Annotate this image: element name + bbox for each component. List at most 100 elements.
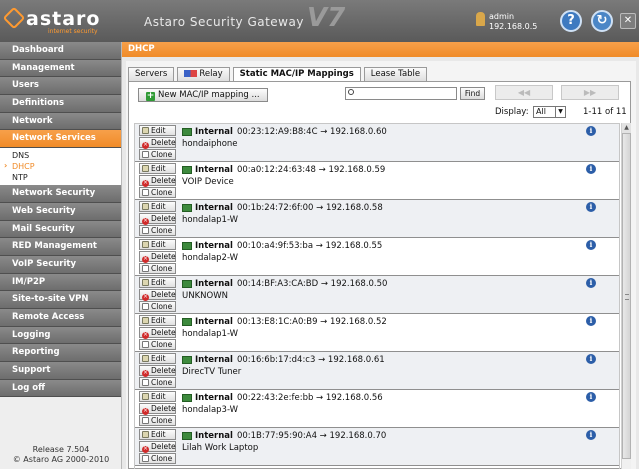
delete-button[interactable]: × Delete: [139, 137, 176, 149]
sidebar-item-web-security[interactable]: Web Security: [0, 202, 121, 221]
clone-label: Clone: [151, 302, 173, 311]
delete-label: Delete: [151, 442, 176, 451]
display-value: All: [536, 107, 546, 116]
mapping-hostname: hondalap1-W: [182, 329, 239, 339]
edit-button[interactable]: Edit: [139, 315, 176, 326]
sidebar-item-remote-access[interactable]: Remote Access: [0, 308, 121, 327]
sidebar-item-im-p2p[interactable]: IM/P2P: [0, 273, 121, 292]
delete-button[interactable]: × Delete: [139, 441, 176, 453]
sidebar-subitem-ntp[interactable]: NTP: [0, 172, 121, 183]
info-icon[interactable]: i: [586, 126, 596, 136]
sidebar-item-management[interactable]: Management: [0, 59, 121, 78]
sidebar-item-network-services[interactable]: Network Services: [0, 130, 121, 149]
refresh-button[interactable]: ↻: [591, 10, 613, 32]
edit-button[interactable]: Edit: [139, 125, 176, 136]
clone-button[interactable]: Clone: [139, 187, 176, 198]
next-page-button[interactable]: ▶▶: [561, 85, 619, 100]
tab-static-mappings[interactable]: Static MAC/IP Mappings: [232, 67, 361, 82]
clone-button[interactable]: Clone: [139, 377, 176, 388]
help-button[interactable]: ?: [560, 10, 582, 32]
info-icon[interactable]: i: [586, 164, 596, 174]
clone-button[interactable]: Clone: [139, 453, 176, 464]
sidebar-item-users[interactable]: Users: [0, 77, 121, 96]
clone-button[interactable]: Clone: [139, 263, 176, 274]
mapping-list: Edit × Delete Clone Internal 00:23:12:A9:B8:4…: [134, 123, 620, 469]
clone-button[interactable]: Clone: [139, 301, 176, 312]
edit-button[interactable]: Edit: [139, 391, 176, 402]
search-input[interactable]: [345, 87, 457, 100]
info-icon[interactable]: i: [586, 240, 596, 250]
delete-icon: ×: [142, 445, 149, 453]
display-select[interactable]: All ▼: [533, 106, 566, 118]
tab-servers[interactable]: Servers: [128, 67, 175, 81]
mapping-hostname: Lilah Work Laptop: [182, 443, 259, 453]
sidebar-item-definitions[interactable]: Definitions: [0, 95, 121, 113]
sidebar-item-network[interactable]: Network: [0, 112, 121, 131]
clone-button[interactable]: Clone: [139, 339, 176, 350]
info-icon[interactable]: i: [586, 316, 596, 326]
info-icon[interactable]: i: [586, 278, 596, 288]
sidebar-item-site-to-site-vpn[interactable]: Site-to-site VPN: [0, 291, 121, 309]
scroll-up-icon[interactable]: ▲: [622, 123, 631, 133]
mac-ip-mapping: 00:13:E8:1C:A0:B9 → 192.168.0.52: [236, 317, 387, 327]
plus-icon: +: [146, 91, 155, 101]
edit-button[interactable]: Edit: [139, 163, 176, 174]
delete-icon: ×: [142, 255, 149, 263]
tab-relay[interactable]: Relay: [177, 67, 230, 81]
mapping-hostname: DirecTV Tuner: [182, 367, 242, 377]
sidebar-subitem-dns[interactable]: DNS: [0, 150, 121, 161]
edit-label: Edit: [151, 354, 166, 363]
info-icon[interactable]: i: [586, 392, 596, 402]
sidebar-item-log-off[interactable]: Log off: [0, 379, 121, 398]
delete-button[interactable]: × Delete: [139, 365, 176, 377]
scrollbar[interactable]: ▲: [621, 123, 631, 469]
network-services-submenu: DNS DHCP NTP: [0, 148, 121, 186]
delete-label: Delete: [151, 138, 176, 147]
sidebar-item-support[interactable]: Support: [0, 362, 121, 380]
sidebar-item-red-management[interactable]: RED Management: [0, 238, 121, 256]
network-interface-icon: [182, 204, 192, 212]
clone-button[interactable]: Clone: [139, 415, 176, 426]
new-mapping-button[interactable]: + New MAC/IP mapping ...: [138, 88, 268, 102]
scroll-thumb[interactable]: [622, 133, 631, 459]
info-icon[interactable]: i: [586, 354, 596, 364]
edit-button[interactable]: Edit: [139, 429, 176, 440]
info-icon[interactable]: i: [586, 430, 596, 440]
mapping-hostname: hondalap3-W: [182, 405, 239, 415]
edit-icon: [142, 203, 149, 210]
edit-button[interactable]: Edit: [139, 353, 176, 364]
clone-icon: [142, 455, 149, 462]
edit-button[interactable]: Edit: [139, 201, 176, 212]
close-button[interactable]: ✕: [620, 13, 636, 29]
sidebar-item-network-security[interactable]: Network Security: [0, 185, 121, 203]
user-icon: [476, 12, 485, 26]
clone-button[interactable]: Clone: [139, 225, 176, 236]
edit-button[interactable]: Edit: [139, 239, 176, 250]
close-icon: ✕: [623, 15, 633, 26]
sidebar-subitem-dhcp[interactable]: DHCP: [0, 160, 121, 172]
delete-button[interactable]: × Delete: [139, 175, 176, 187]
mapping-row: Edit × Delete Clone Internal 00:a0:12:24:63:4…: [135, 162, 619, 200]
delete-button[interactable]: × Delete: [139, 403, 176, 415]
delete-button[interactable]: × Delete: [139, 251, 176, 263]
sidebar-item-voip-security[interactable]: VoIP Security: [0, 255, 121, 274]
delete-button[interactable]: × Delete: [139, 213, 176, 225]
sidebar-item-reporting[interactable]: Reporting: [0, 344, 121, 362]
clone-icon: [142, 303, 149, 310]
info-icon[interactable]: i: [586, 202, 596, 212]
delete-button[interactable]: × Delete: [139, 289, 176, 301]
edit-label: Edit: [151, 164, 166, 173]
delete-button[interactable]: × Delete: [139, 327, 176, 339]
find-button[interactable]: Find: [460, 87, 485, 100]
delete-label: Delete: [151, 252, 176, 261]
edit-button[interactable]: Edit: [139, 277, 176, 288]
sidebar-item-mail-security[interactable]: Mail Security: [0, 220, 121, 239]
edit-icon: [142, 165, 149, 172]
sidebar-item-dashboard[interactable]: Dashboard: [0, 42, 121, 60]
tab-lease-table[interactable]: Lease Table: [363, 67, 428, 81]
clone-button[interactable]: Clone: [139, 149, 176, 160]
sidebar-item-logging[interactable]: Logging: [0, 326, 121, 345]
mapping-row: Edit × Delete Clone Internal 00:1B:77:95:90:A…: [135, 428, 619, 466]
prev-page-button[interactable]: ◀◀: [495, 85, 553, 100]
mapping-row: Edit × Delete Clone Internal 00:1b:24:72:6f:0…: [135, 200, 619, 238]
